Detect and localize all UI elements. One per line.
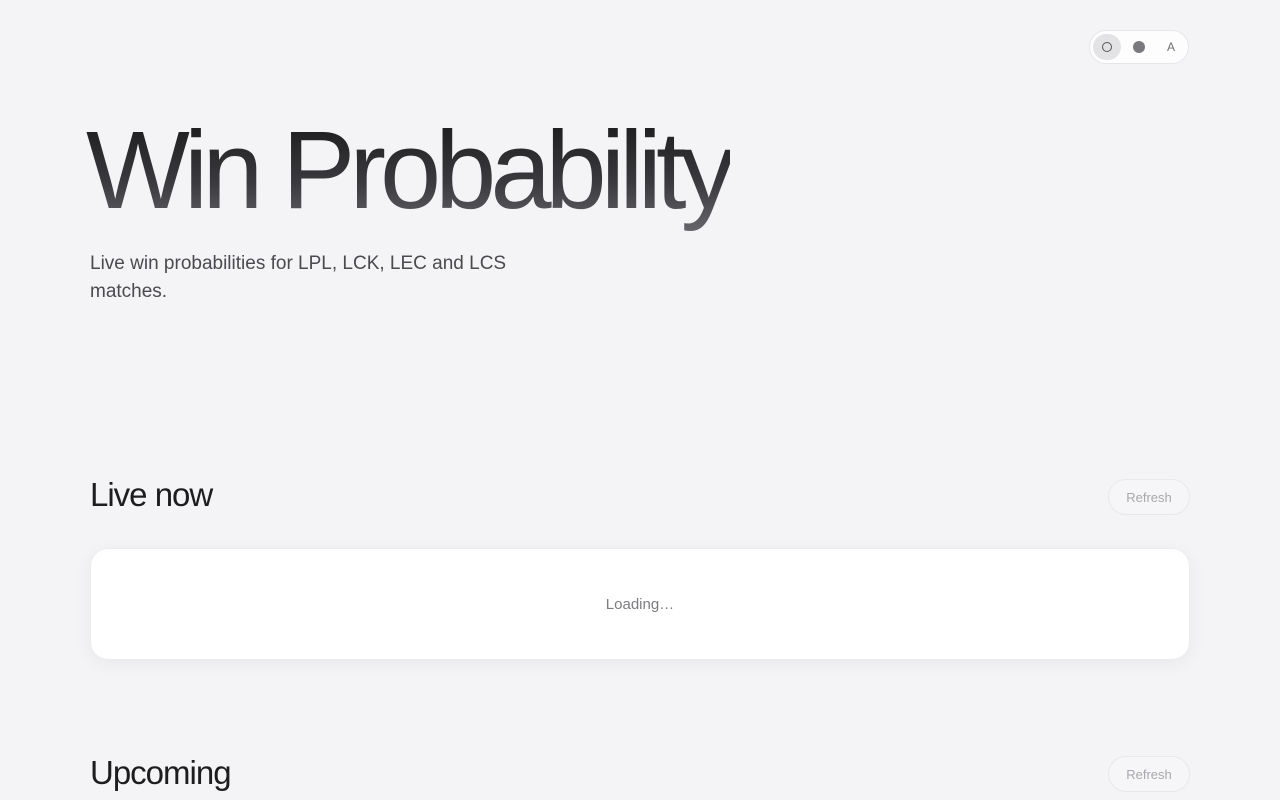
light-mode-icon	[1102, 42, 1112, 52]
theme-dark-button[interactable]	[1125, 34, 1153, 60]
live-section-title: Live now	[90, 476, 213, 513]
auto-mode-icon: A	[1166, 40, 1175, 54]
theme-light-button[interactable]	[1093, 34, 1121, 60]
upcoming-section-title: Upcoming	[90, 754, 232, 791]
dark-mode-icon	[1133, 41, 1145, 53]
live-matches-card: Loading…	[90, 548, 1190, 660]
page-title: Win Probability	[86, 116, 736, 236]
theme-auto-button[interactable]: A	[1157, 34, 1185, 60]
live-refresh-button[interactable]: Refresh	[1108, 479, 1190, 515]
upcoming-refresh-button[interactable]: Refresh	[1108, 756, 1190, 792]
page-subtitle: Live win probabilities for LPL, LCK, LEC…	[90, 253, 507, 302]
page: A Win Probability Live win probabilities…	[0, 0, 1280, 800]
loading-status: Loading…	[605, 595, 675, 613]
theme-toggle: A	[1089, 30, 1189, 64]
